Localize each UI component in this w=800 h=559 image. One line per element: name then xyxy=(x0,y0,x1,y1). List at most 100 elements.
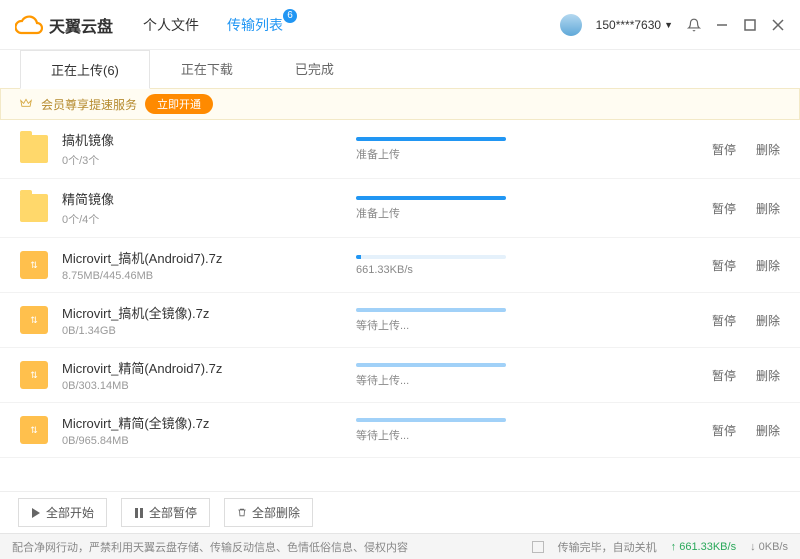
progress-col: 等待上传... xyxy=(356,363,698,388)
nav-transfer-list[interactable]: 传输列表 6 xyxy=(227,15,283,35)
file-size: 0个/3个 xyxy=(62,152,342,168)
delete-all-button[interactable]: 全部删除 xyxy=(224,498,313,527)
delete-all-label: 全部删除 xyxy=(252,504,300,521)
status-text: 准备上传 xyxy=(356,205,698,221)
progress-fill xyxy=(356,418,506,422)
auto-shutdown-checkbox[interactable] xyxy=(532,541,544,553)
file-size: 0个/4个 xyxy=(62,211,342,227)
pause-all-label: 全部暂停 xyxy=(149,504,197,521)
pause-button[interactable]: 暂停 xyxy=(712,312,736,329)
status-text: 661.33KB/s xyxy=(356,264,698,276)
transfer-item: 精简镜像 0个/4个准备上传暂停 删除 xyxy=(0,179,800,238)
file-info: 精简镜像 0个/4个 xyxy=(62,189,342,227)
delete-button[interactable]: 删除 xyxy=(756,312,780,329)
progress-fill xyxy=(356,363,506,367)
item-actions: 暂停 删除 xyxy=(712,312,780,329)
delete-button[interactable]: 删除 xyxy=(756,367,780,384)
pause-button[interactable]: 暂停 xyxy=(712,367,736,384)
promo-banner: 会员尊享提速服务 立即开通 xyxy=(0,88,800,120)
file-size: 0B/303.14MB xyxy=(62,380,342,392)
notification-icon[interactable] xyxy=(687,18,701,32)
nav-tabs: 个人文件 传输列表 6 xyxy=(143,15,283,35)
minimize-button[interactable] xyxy=(715,18,729,32)
pause-icon xyxy=(134,508,144,518)
bottom-toolbar: 全部开始 全部暂停 全部删除 xyxy=(0,491,800,533)
pause-button[interactable]: 暂停 xyxy=(712,257,736,274)
avatar[interactable] xyxy=(560,14,582,36)
promo-button[interactable]: 立即开通 xyxy=(145,94,213,114)
start-all-label: 全部开始 xyxy=(46,504,94,521)
crown-icon xyxy=(19,97,33,111)
progress-bar xyxy=(356,418,506,422)
cloud-icon xyxy=(15,15,43,35)
status-text: 等待上传... xyxy=(356,317,698,333)
maximize-button[interactable] xyxy=(743,18,757,32)
app-logo: 天翼云盘 xyxy=(15,13,113,37)
statusbar: 配合净网行动，严禁利用天翼云盘存储、传输反动信息、色情低俗信息、侵权内容 传输完… xyxy=(0,533,800,559)
pause-button[interactable]: 暂停 xyxy=(712,141,736,158)
delete-button[interactable]: 删除 xyxy=(756,200,780,217)
file-name: Microvirt_搞机(Android7).7z xyxy=(62,248,342,267)
close-button[interactable] xyxy=(771,18,785,32)
app-name: 天翼云盘 xyxy=(49,13,113,37)
subtab-completed[interactable]: 已完成 xyxy=(264,49,365,88)
file-size: 0B/1.34GB xyxy=(62,325,342,337)
file-name: Microvirt_搞机(全镜像).7z xyxy=(62,303,342,322)
file-info: 搞机镜像 0个/3个 xyxy=(62,130,342,168)
titlebar-right: 150****7630 ▼ xyxy=(560,14,785,36)
progress-col: 等待上传... xyxy=(356,418,698,443)
progress-col: 准备上传 xyxy=(356,196,698,221)
item-actions: 暂停 删除 xyxy=(712,200,780,217)
file-name: 搞机镜像 xyxy=(62,130,342,149)
delete-button[interactable]: 删除 xyxy=(756,422,780,439)
pause-button[interactable]: 暂停 xyxy=(712,200,736,217)
transfer-list: 搞机镜像0个/3个准备上传暂停删除精简镜像0个/4个准备上传暂停删除⇅Micro… xyxy=(0,120,800,491)
progress-bar xyxy=(356,255,506,259)
archive-icon: ⇅ xyxy=(20,361,48,389)
nav-personal-files[interactable]: 个人文件 xyxy=(143,15,199,35)
delete-button[interactable]: 删除 xyxy=(756,141,780,158)
subtab-downloading[interactable]: 正在下载 xyxy=(150,49,264,88)
file-name: Microvirt_精简(全镜像).7z xyxy=(62,413,342,432)
transfer-item: ⇅Microvirt_搞机(全镜像).7z0B/1.34GB等待上传...暂停删… xyxy=(0,293,800,348)
progress-bar xyxy=(356,137,506,141)
progress-bar xyxy=(356,196,506,200)
transfer-badge: 6 xyxy=(283,9,297,23)
titlebar: 天翼云盘 个人文件 传输列表 6 150****7630 ▼ xyxy=(0,0,800,50)
file-info: Microvirt_搞机(全镜像).7z 0B/1.34GB xyxy=(62,303,342,337)
chevron-down-icon: ▼ xyxy=(664,20,673,30)
item-actions: 暂停 删除 xyxy=(712,422,780,439)
statusbar-notice: 配合净网行动，严禁利用天翼云盘存储、传输反动信息、色情低俗信息、侵权内容 xyxy=(12,539,408,555)
statusbar-right: 传输完毕，自动关机 ↑ 661.33KB/s ↓ 0KB/s xyxy=(532,539,788,555)
progress-fill xyxy=(356,196,506,200)
progress-col: 661.33KB/s xyxy=(356,255,698,276)
trash-icon xyxy=(237,507,247,518)
file-name: Microvirt_精简(Android7).7z xyxy=(62,358,342,377)
status-text: 等待上传... xyxy=(356,427,698,443)
archive-icon: ⇅ xyxy=(20,416,48,444)
file-size: 0B/965.84MB xyxy=(62,435,342,447)
folder-icon xyxy=(20,135,48,163)
promo-text: 会员尊享提速服务 xyxy=(41,96,137,113)
progress-bar xyxy=(356,363,506,367)
transfer-item: ⇅ Microvirt_搞机(Android7).7z8.75MB/445.46M… xyxy=(0,238,800,293)
user-menu[interactable]: 150****7630 ▼ xyxy=(596,18,673,32)
transfer-item: ⇅ Microvirt_精简(Android7).7z 0B/303.14MB 等待上… xyxy=(0,348,800,403)
subtab-uploading[interactable]: 正在上传(6) xyxy=(20,50,150,89)
download-speed: ↓ 0KB/s xyxy=(750,541,788,553)
start-all-button[interactable]: 全部开始 xyxy=(18,498,107,527)
progress-fill xyxy=(356,137,506,141)
item-actions: 暂停 删除 xyxy=(712,367,780,384)
delete-button[interactable]: 删除 xyxy=(756,257,780,274)
pause-all-button[interactable]: 全部暂停 xyxy=(121,498,210,527)
nav-transfer-label: 传输列表 xyxy=(227,17,283,33)
progress-col: 等待上传... xyxy=(356,308,698,333)
file-info: Microvirt_精简(Android7).7z 0B/303.14MB xyxy=(62,358,342,392)
item-actions: 暂停 删除 xyxy=(712,141,780,158)
file-info: Microvirt_搞机(Android7).7z8.75MB/445.46MB xyxy=(62,248,342,282)
archive-icon: ⇅ xyxy=(20,251,48,279)
status-text: 等待上传... xyxy=(356,372,698,388)
pause-button[interactable]: 暂停 xyxy=(712,422,736,439)
file-info: Microvirt_精简(全镜像).7z 0B/965.84MB xyxy=(62,413,342,447)
file-name: 精简镜像 xyxy=(62,189,342,208)
